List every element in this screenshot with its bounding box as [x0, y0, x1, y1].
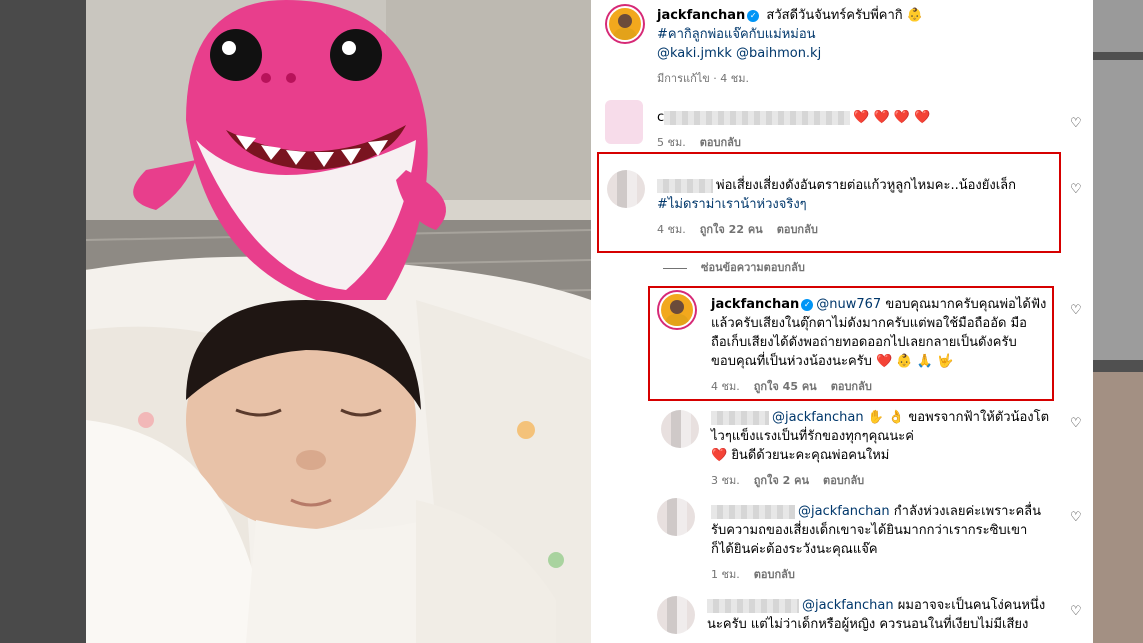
- author-username[interactable]: jackfanchan: [657, 8, 745, 23]
- reply-text: ก็ได้ยินค่ะต้องระวังนะคุณแจ๊ค: [711, 542, 878, 557]
- reply-text: ผมอาจจะเป็นคนโง่คนหนึ่ง: [893, 598, 1046, 613]
- post-photo: [86, 0, 591, 643]
- caption-mentions[interactable]: @kaki.jmkk @baihmon.kj: [657, 46, 821, 61]
- background-overlay-left[interactable]: [0, 0, 86, 643]
- author-avatar[interactable]: [607, 6, 643, 42]
- reply-text: รับความถของเสี่ยงเด็กเขาจะได้ยินมากกว่าเ…: [711, 523, 1028, 538]
- commenter-avatar[interactable]: [661, 410, 699, 448]
- like-count[interactable]: ถูกใจ 2 คน: [754, 474, 809, 487]
- reply-mention[interactable]: @jackfanchan: [798, 504, 890, 519]
- reply-time: 3 ชม.: [711, 474, 740, 487]
- reply-text: ไวๆแข็งแรงเป็นที่รักของทุกๆคุณนะค่: [711, 429, 914, 444]
- reply-time: 1 ชม.: [711, 568, 740, 581]
- like-heart-icon[interactable]: ♡: [1070, 417, 1083, 430]
- highlight-box: [648, 286, 1054, 401]
- reply-item: @jackfanchan ผมอาจจะเป็นคนโง่คนหนึ่ง นะค…: [657, 590, 1085, 643]
- blurred-username: [664, 110, 851, 125]
- highlight-box: [597, 152, 1061, 253]
- hide-replies-button[interactable]: ซ่อนข้อความตอบกลับ: [663, 258, 805, 276]
- reply-button[interactable]: ตอบกลับ: [700, 136, 741, 149]
- reply-mention[interactable]: @jackfanchan: [772, 410, 864, 425]
- like-heart-icon[interactable]: ♡: [1070, 511, 1083, 524]
- blurred-username: [711, 504, 795, 519]
- caption-edited-time: มีการแก้ไข · 4 ชม.: [657, 72, 749, 85]
- reply-button[interactable]: ตอบกลับ: [823, 474, 864, 487]
- comment-time: 5 ชม.: [657, 136, 686, 149]
- like-heart-icon[interactable]: ♡: [1070, 605, 1083, 618]
- commenter-avatar[interactable]: [657, 596, 695, 634]
- like-heart-icon[interactable]: ♡: [1070, 304, 1083, 317]
- reply-text: กำลังห่วงเลยค่ะเพราะคลื่น: [889, 504, 1042, 519]
- verified-badge-icon: ✓: [747, 9, 760, 22]
- caption-hashtag[interactable]: #คากิลูกพ่อแจ๊คกับแม่หม่อน: [657, 27, 816, 42]
- blurred-username: [707, 598, 799, 613]
- reply-mention[interactable]: @jackfanchan: [802, 598, 894, 613]
- comment-text: ❤️ ❤️ ❤️ ❤️: [853, 110, 931, 125]
- commenter-avatar[interactable]: [657, 498, 695, 536]
- comment-item: c ❤️ ❤️ ❤️ ❤️ 5 ชม. ตอบกลับ ♡: [605, 98, 1085, 154]
- reply-text: ❤️ ยินดีด้วยนะคะคุณพ่อคนใหม่: [711, 448, 890, 463]
- baby-with-shark-plush-image: [86, 0, 591, 643]
- reply-text: นะครับ แต่ไม่ว่าเด็กหรือผู้หญิง ควรนอนใน…: [707, 617, 1029, 632]
- like-heart-icon[interactable]: ♡: [1070, 117, 1083, 130]
- comments-panel[interactable]: jackfanchan ✓ สวัสดีวันจันทร์ครับพี่คากิ …: [591, 0, 1093, 643]
- background-thumbnail: [1093, 372, 1143, 643]
- reply-item: @jackfanchan กำลังห่วงเลยค่ะเพราะคลื่น ร…: [657, 496, 1085, 588]
- background-thumbnail: [1093, 0, 1143, 52]
- background-thumbnail: [1093, 60, 1143, 360]
- caption-line: สวัสดีวันจันทร์ครับพี่คากิ 👶: [766, 8, 923, 23]
- reply-text: ✋ 👌 ขอพรจากฟ้าให้ตัวน้องโต: [863, 410, 1050, 425]
- reply-item: @jackfanchan ✋ 👌 ขอพรจากฟ้าให้ตัวน้องโต …: [657, 402, 1085, 494]
- reply-button[interactable]: ตอบกลับ: [754, 568, 795, 581]
- commenter-avatar[interactable]: [605, 100, 643, 144]
- blurred-username: [711, 410, 769, 425]
- like-heart-icon[interactable]: ♡: [1070, 183, 1083, 196]
- background-overlay-right[interactable]: [1093, 0, 1143, 643]
